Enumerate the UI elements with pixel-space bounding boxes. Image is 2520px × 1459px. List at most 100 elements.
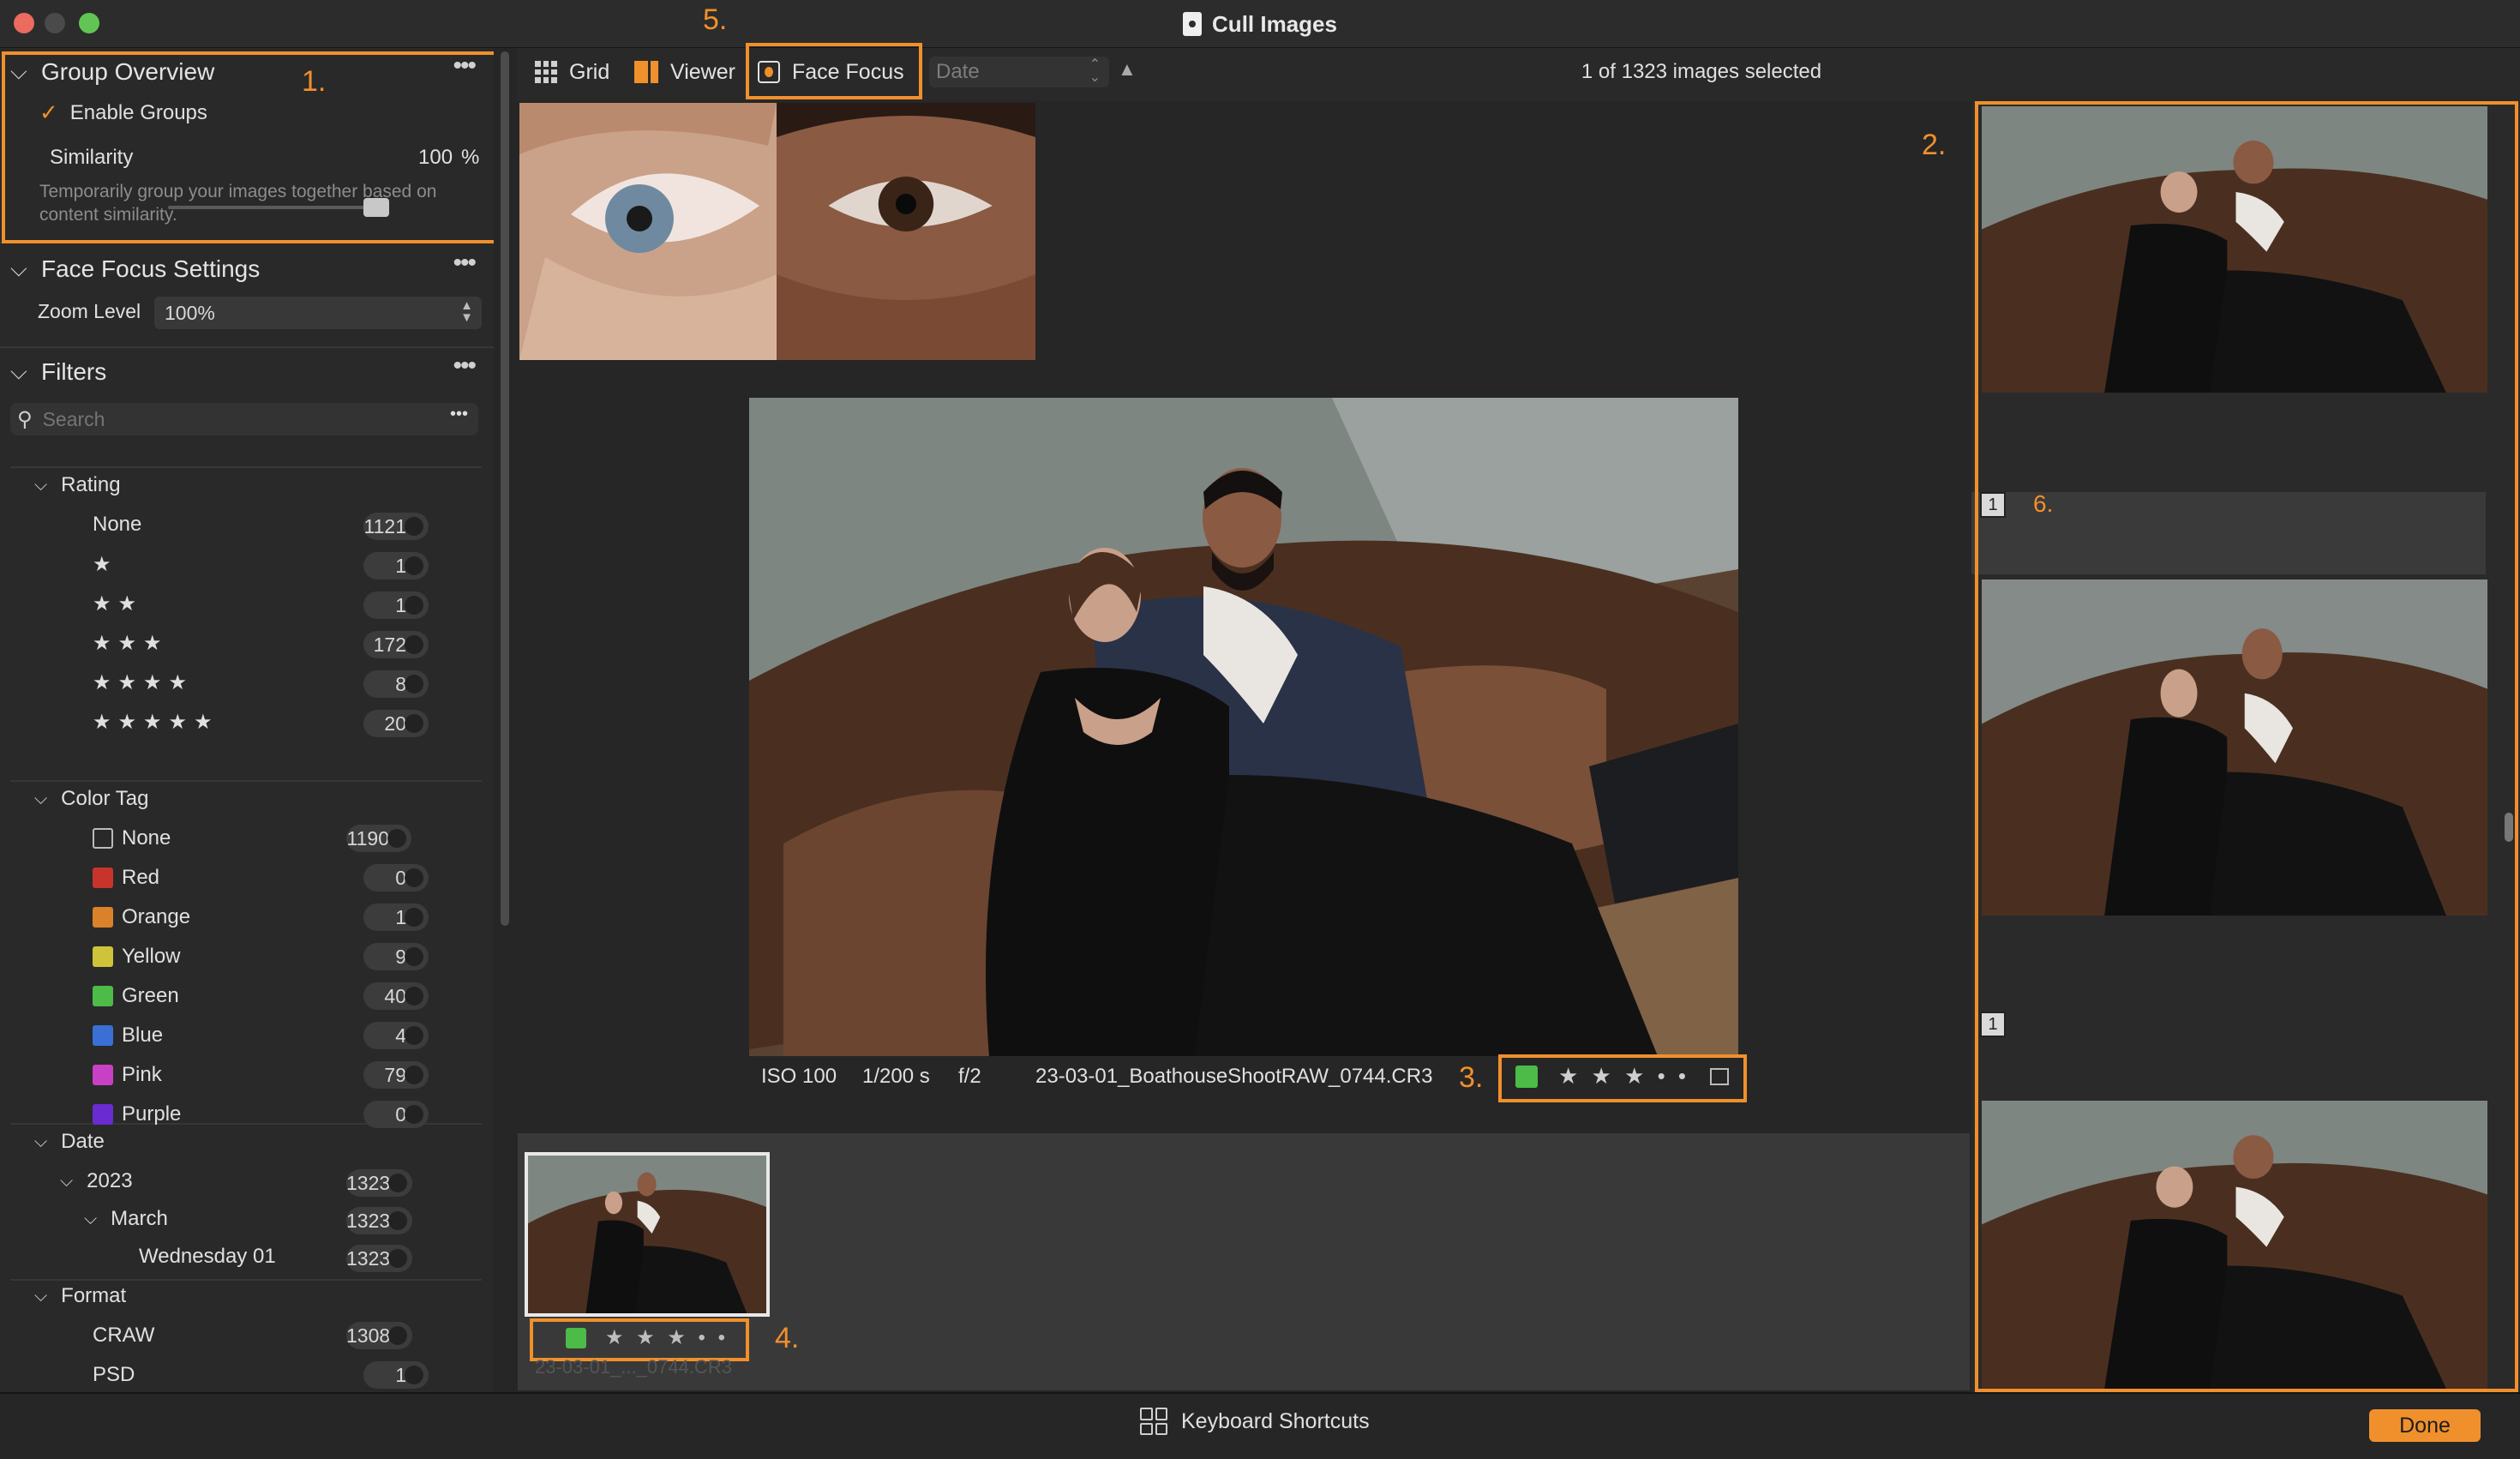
grid-view-label: Grid [569,59,610,84]
rating-filter-item[interactable]: None [93,513,141,537]
filmstrip-rating-bar[interactable]: ★ ★ ★ • • [566,1325,729,1350]
document-icon [1183,12,1203,36]
rating-filter-item[interactable]: ★★ [93,591,143,616]
annotation-label-5: 5. [703,3,728,36]
format-filter-item[interactable]: PSD [93,1363,135,1387]
stepper-icon: ⌃ ⌄ [1089,57,1101,85]
group-overview-header[interactable]: ⌵ Group Overview ••• [0,48,494,96]
face-focus-eye-crop-1[interactable] [519,103,777,360]
search-icon: ⚲ [17,407,33,431]
star-rating-icon: ★ [93,553,118,576]
more-options-icon[interactable]: ••• [453,51,476,81]
date-year-label: 2023 [87,1169,133,1192]
filmstrip-star-rating[interactable]: ★ ★ ★ • • [605,1325,729,1350]
rating-filter-label: None [93,513,142,536]
enable-groups-checkbox[interactable]: ✓ Enable Groups [39,99,207,126]
group-image-3[interactable] [1982,1101,2487,1389]
group-overview-title: Group Overview [41,58,215,85]
color-tag-filter-item[interactable]: None [93,826,171,850]
date-group-header[interactable]: ⌵ Date [34,1130,105,1154]
similarity-value: 100 % [418,146,479,170]
group-image-1[interactable] [1982,106,2487,393]
grid-view-button[interactable]: Grid [535,55,609,89]
date-day-item[interactable]: Wednesday 01 [139,1245,276,1269]
rating-filter-count: 1 [363,591,429,619]
chevron-down-icon: ⌵ [34,1132,48,1151]
more-options-icon[interactable]: ••• [453,351,476,381]
color-tag-filter-item[interactable]: Green [93,984,179,1008]
color-swatch-icon [93,1025,113,1046]
done-button[interactable]: Done [2369,1409,2481,1442]
color-tag-filter-item[interactable]: Pink [93,1063,162,1087]
more-options-icon[interactable]: ••• [453,249,476,278]
color-tag-filter-item[interactable]: Blue [93,1024,163,1048]
rating-filter-item[interactable]: ★★★★★ [93,710,219,735]
rating-filter-item[interactable]: ★ [93,552,118,577]
color-tag-title: Color Tag [61,787,149,810]
divider [10,466,482,468]
window-title: Cull Images [0,0,2520,48]
keyboard-shortcuts-icon [1140,1408,1167,1435]
color-tag-filter-label: Red [122,866,160,889]
format-title: Format [61,1284,127,1307]
similarity-number: 100 [418,146,453,169]
main-viewer-photo[interactable] [749,398,1738,1056]
filmstrip-thumbnail[interactable] [525,1152,770,1317]
face-focus-button[interactable]: Face Focus [758,55,904,89]
similarity-label-text: Similarity [50,146,134,169]
search-options-icon[interactable]: ••• [450,405,468,424]
similarity-unit: % [461,146,480,169]
rating-group-header[interactable]: ⌵ Rating [34,473,121,497]
zoom-level-value: 100% [165,301,215,324]
viewer-iso: ISO 100 [761,1065,837,1088]
color-tag-filter-item[interactable]: Orange [93,905,190,929]
viewer-button[interactable]: Viewer [634,55,735,89]
rating-filter-item[interactable]: ★★★ [93,631,169,656]
date-month-item[interactable]: ⌵ March [84,1207,168,1231]
face-focus-eye-crop-2[interactable] [777,103,1035,360]
color-tag-filter-item[interactable]: Purple [93,1102,181,1126]
sort-select[interactable]: Date ⌃ ⌄ [929,57,1109,87]
metadata-icon[interactable] [1710,1067,1730,1085]
date-day-label: Wednesday 01 [139,1245,276,1268]
enable-groups-label: Enable Groups [69,100,207,124]
format-group-header[interactable]: ⌵ Format [34,1284,126,1308]
format-filter-label: PSD [93,1363,135,1386]
viewer-star-rating[interactable]: ★ ★ ★ • • [1558,1063,1689,1090]
chevron-down-icon: ⌵ [84,1209,98,1228]
group-badge-2: 1 [1980,1012,2006,1037]
filters-title: Filters [41,358,107,385]
color-tag-filter-label: Pink [122,1063,162,1086]
sidebar-scrollbar[interactable] [501,51,509,926]
chevron-down-icon: ⌵ [10,358,27,384]
sort-direction-icon[interactable]: ▲ [1118,58,1137,81]
group-image-2[interactable] [1982,579,2487,916]
color-swatch-icon [93,828,113,849]
color-tag-filter-item[interactable]: Yellow [93,945,181,969]
color-tag-filter-label: None [122,826,171,850]
similarity-label: Similarity [50,146,133,170]
color-tag-filter-label: Green [122,984,179,1007]
color-tag-swatch[interactable] [566,1327,586,1348]
color-tag-filter-item[interactable]: Red [93,866,159,890]
face-focus-settings-header[interactable]: ⌵ Face Focus Settings ••• [0,245,494,293]
selection-status: 1 of 1323 images selected [1581,60,1822,83]
filters-header[interactable]: ⌵ Filters ••• [0,348,494,396]
star-rating-icon: ★★★★ [93,671,195,694]
filter-search-input[interactable] [42,407,420,431]
face-focus-label: Face Focus [792,59,904,84]
date-year-item[interactable]: ⌵ 2023 [60,1169,133,1193]
rating-filter-count: 1121 [363,513,429,540]
color-tag-group-header[interactable]: ⌵ Color Tag [34,787,148,811]
rating-filter-item[interactable]: ★★★★ [93,670,194,695]
zoom-level-select[interactable]: 100% ▲ ▼ [154,297,482,329]
color-tag-swatch[interactable] [1515,1065,1538,1088]
format-filter-item[interactable]: CRAW [93,1324,154,1348]
keyboard-shortcuts-button[interactable]: Keyboard Shortcuts [1140,1408,1370,1435]
date-month-label: March [111,1207,168,1230]
filter-search-field[interactable]: ⚲ ••• [10,403,478,435]
viewer-rating-bar[interactable]: ★ ★ ★ • • [1515,1063,1730,1090]
date-year-count: 1323 [346,1169,413,1197]
group-panel-scrollbar[interactable] [2505,813,2513,842]
divider [10,1279,482,1281]
